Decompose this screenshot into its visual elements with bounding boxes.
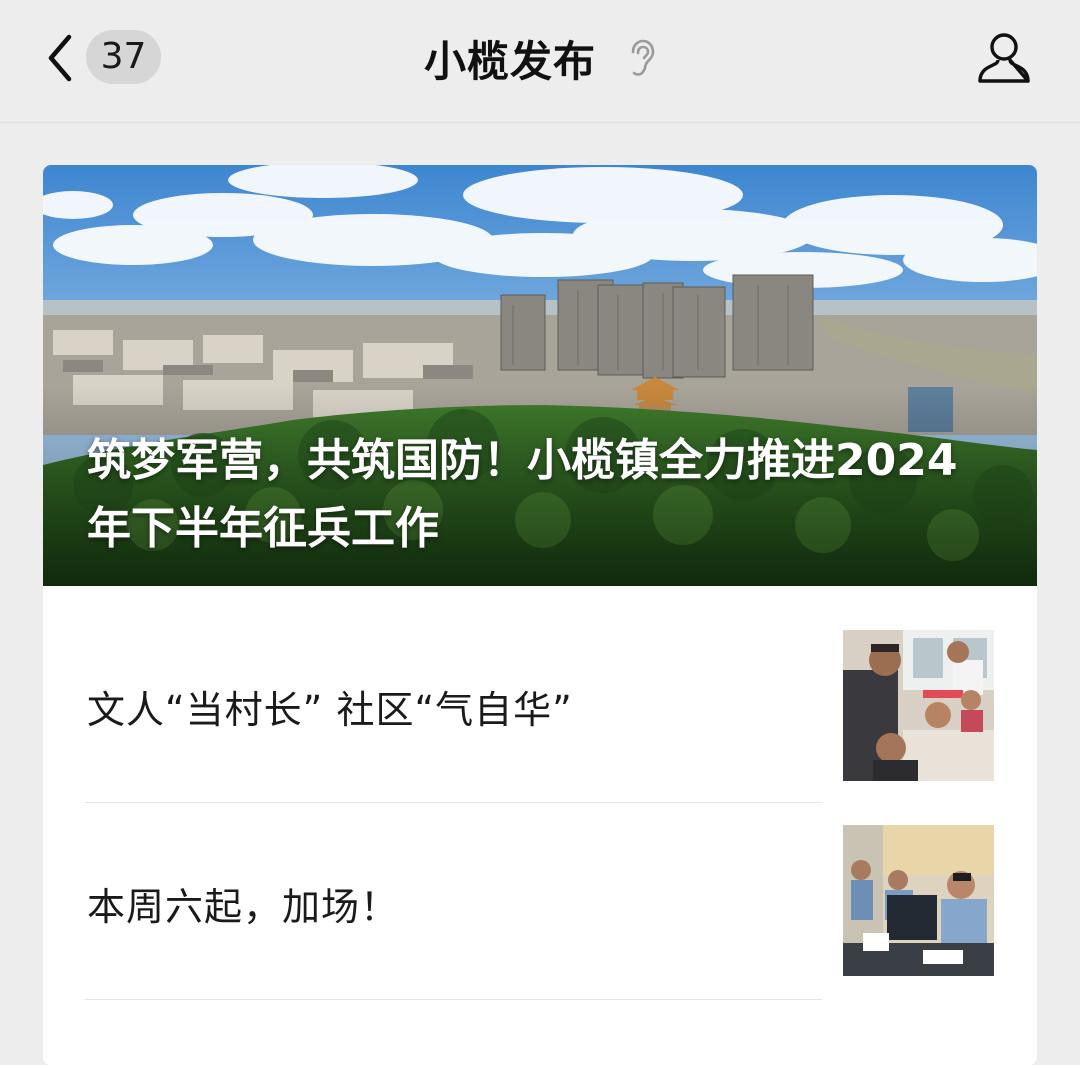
article-card: 筑梦军营，共筑国防！小榄镇全力推进2024年下半年征兵工作 文人“当村长” 社区… [43, 165, 1037, 1065]
featured-article[interactable]: 筑梦军营，共筑国防！小榄镇全力推进2024年下半年征兵工作 [43, 165, 1037, 586]
title-bar: 小榄发布 [0, 28, 1080, 88]
featured-article-title: 筑梦军营，共筑国防！小榄镇全力推进2024年下半年征兵工作 [87, 435, 958, 554]
service-counter-staff-photo [843, 825, 994, 976]
list-item[interactable]: 文人“当村长” 社区“气自华” [43, 586, 1037, 803]
user-icon [978, 33, 1030, 83]
article-title: 本周六起，加场！ [87, 885, 400, 929]
classroom-children-photo [843, 630, 994, 781]
listen-button[interactable] [626, 38, 656, 78]
top-bar: 37 小榄发布 [0, 0, 1080, 123]
list-item[interactable]: 本周六起，加场！ [43, 803, 1037, 1000]
divider [85, 999, 822, 1000]
page-title: 小榄发布 [423, 36, 596, 86]
profile-button[interactable] [972, 26, 1036, 90]
article-thumbnail [843, 825, 994, 976]
ear-icon [631, 39, 655, 76]
article-title: 文人“当村长” 社区“气自华” [87, 688, 573, 732]
article-thumbnail [843, 630, 994, 781]
